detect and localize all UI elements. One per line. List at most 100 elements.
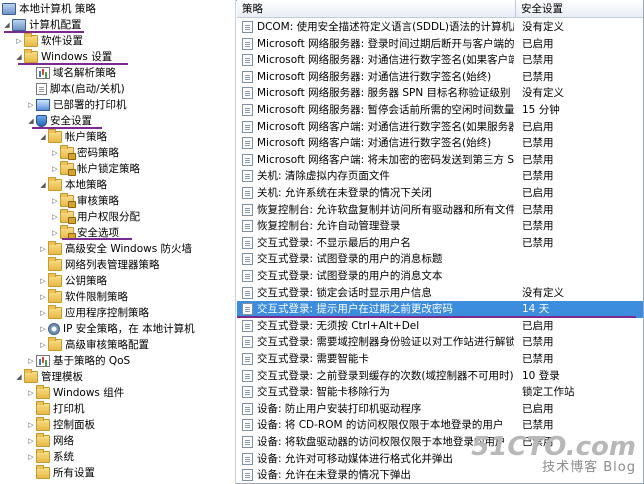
table-row[interactable]: 交互式登录: 之前登录到缓存的次数(域控制器不可用时) 10 登录 bbox=[237, 368, 643, 385]
policy-setting-icon bbox=[242, 402, 253, 415]
collapsed-arrow-icon[interactable]: ▷ bbox=[50, 209, 60, 225]
collapsed-arrow-icon[interactable]: ▷ bbox=[26, 449, 36, 465]
table-row[interactable]: 交互式登录: 智能卡移除行为 锁定工作站 bbox=[237, 384, 643, 401]
policy-setting-value: 已禁用 bbox=[522, 170, 554, 183]
table-row[interactable]: Microsoft 网络客户端: 将未加密的密码发送到第三方 SMB... 已禁用 bbox=[237, 152, 643, 169]
tree-node-local-policies[interactable]: ◢ 本地策略 bbox=[38, 177, 107, 193]
table-row[interactable]: Microsoft 网络客户端: 对通信进行数字签名(始终) 已禁用 bbox=[237, 135, 643, 152]
policy-setting-icon bbox=[242, 303, 253, 316]
table-row[interactable]: Microsoft 网络客户端: 对通信进行数字签名(如果服务器允... 已启用 bbox=[237, 119, 643, 136]
policy-setting-value: 已禁用 bbox=[522, 353, 554, 365]
policy-tree: 本地计算机 策略 ◢ 计算机配置 ▷ 软件设置 ◢ Windows 设置 域名解… bbox=[0, 0, 236, 484]
policy-name: 交互式登录: 需要智能卡 bbox=[257, 353, 369, 365]
collapsed-arrow-icon[interactable]: ▷ bbox=[26, 353, 36, 369]
collapsed-arrow-icon[interactable]: ▷ bbox=[38, 289, 48, 305]
collapsed-arrow-icon[interactable]: ▷ bbox=[38, 337, 48, 353]
table-row[interactable]: Microsoft 网络服务器: 登录时间过期后断开与客户端的连接 已启用 bbox=[237, 36, 643, 53]
tree-node-windows-components[interactable]: ▷ Windows 组件 bbox=[26, 385, 124, 401]
tree-node-admin-templates[interactable]: ◢ 管理模板 bbox=[14, 369, 83, 385]
table-row[interactable]: Microsoft 网络服务器: 暂停会话前所需的空闲时间数量 15 分钟 bbox=[237, 102, 643, 119]
policy-setting-value: 已禁用 bbox=[522, 220, 554, 233]
collapsed-arrow-icon[interactable]: ▷ bbox=[26, 385, 36, 401]
table-row[interactable]: 交互式登录: 试图登录的用户的消息标题 bbox=[237, 251, 643, 268]
table-row[interactable]: 恢复控制台: 允许软盘复制并访问所有驱动器和所有文件夹 已禁用 bbox=[237, 202, 643, 219]
tree-node-audit-policy[interactable]: ▷ 审核策略 bbox=[50, 193, 119, 209]
policy-setting-icon bbox=[242, 21, 253, 33]
tree-node-advanced-audit[interactable]: ▷ 高级审核策略配置 bbox=[38, 337, 149, 353]
table-row[interactable]: 关机: 清除虚拟内存页面文件 已禁用 bbox=[237, 168, 643, 185]
policy-setting-icon bbox=[242, 170, 253, 183]
tree-node-advanced-firewall[interactable]: ▷ 高级安全 Windows 防火墙 bbox=[38, 241, 192, 257]
table-row[interactable]: 交互式登录: 锁定会话时显示用户信息 没有定义 bbox=[237, 285, 643, 302]
folder-icon bbox=[48, 289, 62, 303]
policy-setting-icon bbox=[242, 369, 253, 382]
table-row[interactable]: 交互式登录: 无须按 Ctrl+Alt+Del 已启用 bbox=[237, 318, 643, 335]
table-row[interactable]: 交互式登录: 需要智能卡 已禁用 bbox=[237, 351, 643, 368]
collapsed-arrow-icon[interactable]: ▷ bbox=[26, 417, 36, 433]
computer-icon bbox=[12, 19, 26, 31]
policy-setting-icon bbox=[242, 137, 253, 150]
collapsed-arrow-icon[interactable]: ▷ bbox=[14, 33, 24, 49]
tree-node-system[interactable]: ▷ 系统 bbox=[26, 449, 74, 465]
expand-arrow-icon[interactable]: ◢ bbox=[14, 369, 24, 385]
table-row[interactable]: 恢复控制台: 允许自动管理登录 已禁用 bbox=[237, 218, 643, 235]
table-row[interactable]: 交互式登录: 试图登录的用户的消息文本 bbox=[237, 268, 643, 285]
tree-node-control-panel[interactable]: ▷ 控制面板 bbox=[26, 417, 95, 433]
tree-node-scripts[interactable]: 脚本(启动/关机) bbox=[36, 81, 125, 97]
expand-arrow-icon[interactable]: ◢ bbox=[38, 177, 48, 193]
collapsed-arrow-icon[interactable]: ▷ bbox=[38, 321, 48, 337]
tree-node-app-control[interactable]: ▷ 应用程序控制策略 bbox=[38, 305, 149, 321]
table-row[interactable]: 设备: 防止用户安装打印机驱动程序 已启用 bbox=[237, 401, 643, 418]
collapsed-arrow-icon[interactable]: ▷ bbox=[38, 305, 48, 321]
tree-node-software-settings[interactable]: ▷ 软件设置 bbox=[14, 33, 83, 49]
tree-node-network-list-manager[interactable]: 网络列表管理器策略 bbox=[48, 257, 160, 273]
tree-node-local-computer-policy[interactable]: 本地计算机 策略 bbox=[2, 1, 96, 17]
tree-node-printers[interactable]: 打印机 bbox=[36, 401, 85, 417]
folder-icon bbox=[48, 337, 62, 351]
table-row[interactable]: DCOM: 使用安全描述符定义语言(SDDL)语法的计算机启动... 没有定义 bbox=[237, 19, 643, 36]
column-header-policy[interactable]: 策略 bbox=[237, 0, 516, 18]
collapsed-arrow-icon[interactable]: ▷ bbox=[38, 273, 48, 289]
folder-icon bbox=[36, 417, 50, 431]
policy-setting-icon bbox=[242, 70, 253, 83]
tree-node-account-policies[interactable]: ◢ 帐户策略 bbox=[38, 129, 107, 145]
table-row[interactable]: Microsoft 网络服务器: 对通信进行数字签名(始终) 已禁用 bbox=[237, 69, 643, 86]
column-header-setting[interactable]: 安全设置 bbox=[516, 0, 643, 18]
tree-node-password-policy[interactable]: ▷ 密码策略 bbox=[50, 145, 119, 161]
policy-name: 交互式登录: 智能卡移除行为 bbox=[257, 386, 390, 399]
table-row[interactable]: 关机: 允许系统在未登录的情况下关闭 已启用 bbox=[237, 185, 643, 202]
tree-node-account-lockout-policy[interactable]: ▷ 帐户锁定策略 bbox=[50, 161, 140, 177]
tree-node-software-restriction[interactable]: ▷ 软件限制策略 bbox=[38, 289, 128, 305]
collapsed-arrow-icon[interactable]: ▷ bbox=[50, 145, 60, 161]
collapsed-arrow-icon[interactable]: ▷ bbox=[50, 161, 60, 177]
expand-arrow-icon[interactable]: ◢ bbox=[38, 129, 48, 145]
collapsed-arrow-icon[interactable]: ▷ bbox=[26, 433, 36, 449]
policy-setting-icon bbox=[242, 353, 253, 365]
table-row[interactable]: 交互式登录: 不显示最后的用户名 已禁用 bbox=[237, 235, 643, 252]
folder-icon bbox=[48, 273, 62, 287]
table-row[interactable]: Microsoft 网络服务器: 服务器 SPN 目标名称验证级别 没有定义 bbox=[237, 85, 643, 102]
collapsed-arrow-icon[interactable]: ▷ bbox=[38, 241, 48, 257]
folder-lock-icon bbox=[60, 161, 76, 176]
tree-node-ip-security[interactable]: ▷ IP 安全策略，在 本地计算机 bbox=[38, 321, 195, 337]
tree-node-name-resolution-policy[interactable]: 域名解析策略 bbox=[36, 65, 116, 81]
gear-icon bbox=[48, 323, 60, 335]
policy-setting-icon bbox=[242, 37, 253, 50]
policy-setting-icon bbox=[242, 286, 253, 299]
policy-name: Microsoft 网络服务器: 服务器 SPN 目标名称验证级别 bbox=[257, 87, 511, 100]
table-row[interactable]: Microsoft 网络服务器: 对通信进行数字签名(如果客户端允... 已禁用 bbox=[237, 52, 643, 69]
tree-node-all-settings[interactable]: 所有设置 bbox=[36, 465, 95, 481]
collapsed-arrow-icon[interactable]: ▷ bbox=[26, 97, 36, 113]
tree-node-policy-qos[interactable]: ▷ 基于策略的 QoS bbox=[26, 353, 130, 369]
collapsed-arrow-icon[interactable]: ▷ bbox=[50, 225, 60, 241]
tree-node-network[interactable]: ▷ 网络 bbox=[26, 433, 74, 449]
tree-node-user-rights-assignment[interactable]: ▷ 用户权限分配 bbox=[50, 209, 140, 225]
policy-setting-icon bbox=[242, 452, 253, 465]
collapsed-arrow-icon[interactable]: ▷ bbox=[50, 193, 60, 209]
folder-icon bbox=[48, 257, 62, 271]
tree-node-public-key-policies[interactable]: ▷ 公钥策略 bbox=[38, 273, 107, 289]
table-row[interactable]: 交互式登录: 需要域控制器身份验证以对工作站进行解锁 已禁用 bbox=[237, 334, 643, 351]
policy-name: 交互式登录: 试图登录的用户的消息文本 bbox=[257, 270, 443, 282]
tree-node-deployed-printers[interactable]: ▷ 已部署的打印机 bbox=[26, 97, 127, 113]
policy-name: 交互式登录: 试图登录的用户的消息标题 bbox=[257, 253, 443, 266]
